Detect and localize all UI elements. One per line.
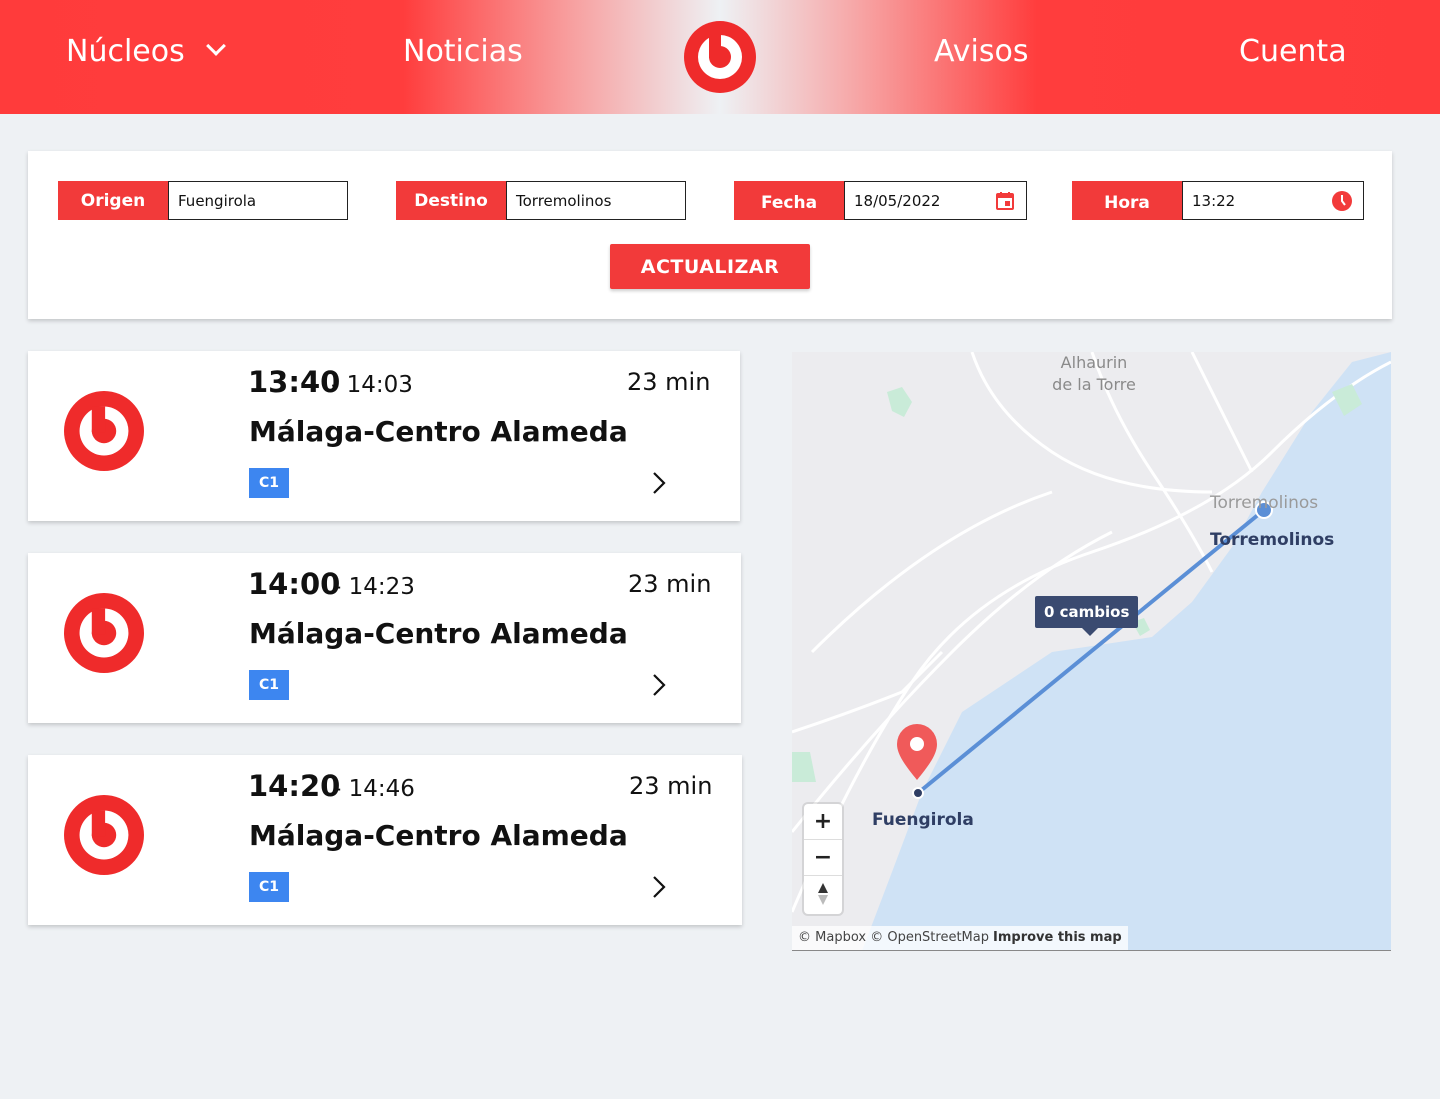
fecha-field: Fecha 18/05/2022 — [734, 181, 1027, 220]
map-label-torremolinos-town: Torremolinos — [1210, 493, 1319, 513]
duration: 23 min — [629, 772, 713, 800]
duration: 23 min — [628, 570, 712, 598]
fecha-input[interactable]: 18/05/2022 — [844, 181, 1027, 220]
map-label-alhaurin: Alhaurin de la Torre — [1044, 352, 1144, 396]
nav-cuenta[interactable]: Cuenta — [1239, 34, 1347, 69]
train-logo-icon — [64, 593, 144, 673]
compass-button[interactable] — [804, 876, 842, 912]
line-badge: C1 — [249, 468, 289, 498]
departure-time: 14:00 — [248, 567, 341, 601]
fecha-label: Fecha — [734, 181, 844, 220]
nav-nucleos[interactable]: Núcleos — [66, 34, 226, 69]
hora-label-text: Hora — [1104, 192, 1150, 213]
arrival-time: - 14:46 — [333, 776, 415, 802]
departure-time: 14:20 — [248, 769, 341, 803]
origen-input[interactable]: Fuengirola — [168, 181, 348, 220]
chevron-right-icon[interactable] — [648, 873, 670, 901]
nav-avisos[interactable]: Avisos — [934, 34, 1028, 69]
fuengirola-pin-icon[interactable] — [897, 724, 937, 780]
result-card[interactable]: 14:00 - 14:23 23 min Málaga-Centro Alame… — [28, 553, 741, 723]
destination-name: Málaga-Centro Alameda — [249, 415, 628, 448]
hora-label: Hora — [1072, 181, 1182, 220]
destino-label: Destino — [396, 181, 506, 220]
map-label-alhaurin-line2: de la Torre — [1052, 375, 1136, 394]
map-label-torremolinos-station: Torremolinos — [1210, 530, 1335, 550]
train-logo-icon — [64, 391, 144, 471]
hora-field: Hora 13:22 — [1072, 181, 1364, 220]
zoom-out-button[interactable]: − — [804, 840, 842, 876]
compass-icon — [818, 883, 828, 905]
changes-badge: 0 cambios — [1035, 596, 1139, 628]
map-label-alhaurin-line1: Alhaurin — [1060, 353, 1128, 372]
calendar-icon[interactable] — [995, 191, 1015, 211]
destination-name: Málaga-Centro Alameda — [249, 819, 628, 852]
fecha-label-text: Fecha — [760, 192, 818, 213]
nav-noticias[interactable]: Noticias — [403, 34, 523, 69]
update-button[interactable]: ACTUALIZAR — [610, 244, 810, 289]
arrival-time: - 14:23 — [333, 574, 415, 600]
nav-nucleos-label: Núcleos — [66, 34, 185, 69]
chevron-right-icon[interactable] — [648, 671, 670, 699]
departure-time: 13:40 — [248, 365, 341, 399]
map-canvas[interactable] — [792, 352, 1391, 951]
improve-map-link[interactable]: Improve this map — [993, 930, 1122, 945]
hora-value: 13:22 — [1192, 191, 1236, 210]
clock-icon[interactable] — [1332, 191, 1352, 211]
chevron-right-icon[interactable] — [648, 469, 670, 497]
map-zoom-controls: + − — [804, 804, 842, 914]
logo-icon[interactable] — [684, 21, 756, 93]
destino-field: Destino Torremolinos — [396, 181, 686, 220]
search-panel: Origen Fuengirola Destino Torremolinos F… — [28, 151, 1392, 319]
duration: 23 min — [627, 368, 711, 396]
route-map[interactable]: Alhaurin de la Torre Torremolinos Torrem… — [792, 352, 1391, 951]
map-label-fuengirola-station: Fuengirola — [872, 810, 974, 830]
destino-input[interactable]: Torremolinos — [506, 181, 686, 220]
result-card[interactable]: 13:40 - 14:03 23 min Málaga-Centro Alame… — [28, 351, 740, 521]
zoom-in-button[interactable]: + — [804, 804, 842, 840]
result-card[interactable]: 14:20 - 14:46 23 min Málaga-Centro Alame… — [28, 755, 742, 925]
origen-label: Origen — [58, 181, 168, 220]
line-badge: C1 — [249, 670, 289, 700]
train-logo-icon — [64, 795, 144, 875]
top-nav-bar: Núcleos Noticias Avisos Cuenta — [0, 0, 1440, 114]
hora-input[interactable]: 13:22 — [1182, 181, 1364, 220]
map-attribution: © Mapbox © OpenStreetMap Improve this map — [792, 926, 1128, 950]
chevron-down-icon — [205, 36, 226, 56]
changes-badge-pointer — [1082, 628, 1098, 636]
line-badge: C1 — [249, 872, 289, 902]
attribution-text: © Mapbox © OpenStreetMap — [798, 930, 989, 945]
arrival-time: - 14:03 — [331, 372, 413, 398]
fecha-value: 18/05/2022 — [854, 191, 941, 210]
origen-field: Origen Fuengirola — [58, 181, 348, 220]
destination-name: Málaga-Centro Alameda — [249, 617, 628, 650]
